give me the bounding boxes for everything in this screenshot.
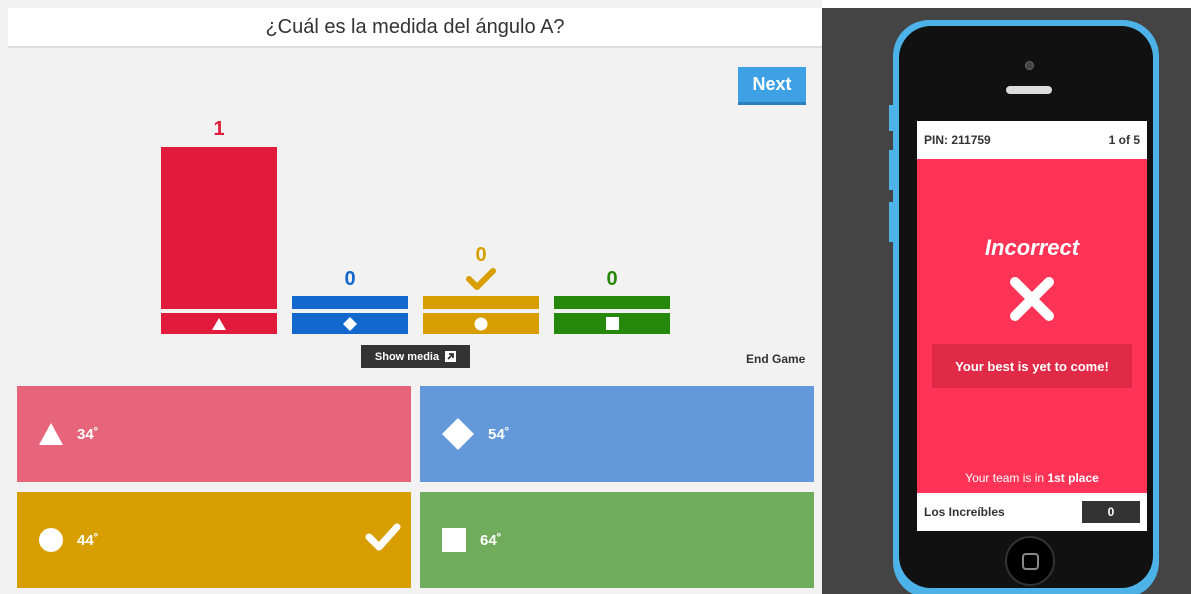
team-rank-prefix: Your team is in [965, 471, 1048, 485]
answer-diamond[interactable]: 54˚ [420, 386, 814, 482]
speaker-grill [1006, 86, 1052, 94]
answer-label: 54˚ [488, 425, 510, 443]
triangle-icon [39, 423, 63, 445]
correct-check-icon [365, 523, 401, 551]
diamond-icon [343, 316, 357, 331]
answer-square[interactable]: 64˚ [420, 492, 814, 588]
phone-frame: PIN: 211759 1 of 5 Incorrect Your best i… [889, 20, 1159, 594]
square-bar-base [554, 313, 670, 334]
square-count: 0 [606, 268, 618, 290]
incorrect-x-icon [1010, 277, 1054, 321]
triangle-icon [212, 317, 226, 330]
answer-label: 34˚ [77, 425, 99, 443]
circle-bar [423, 296, 539, 309]
encouragement-message: Your best is yet to come! [932, 344, 1132, 388]
home-button[interactable] [1005, 536, 1055, 586]
result-title: Incorrect [984, 235, 1080, 260]
correct-check-icon [423, 268, 539, 290]
circle-count: 0 [475, 244, 487, 266]
triangle-bar-base [161, 313, 277, 334]
score-badge: 0 [1082, 501, 1140, 523]
volume-down-button [889, 202, 893, 242]
mute-switch [889, 105, 893, 131]
player-device-area: PIN: 211759 1 of 5 Incorrect Your best i… [822, 8, 1191, 594]
results-chart: 1 0 0 0 [0, 0, 822, 380]
end-game-link[interactable]: End Game [746, 352, 805, 366]
diamond-bar [292, 296, 408, 309]
game-host-panel: ¿Cuál es la medida del ángulo A? Next 1 … [0, 0, 822, 594]
team-rank: Your team is in 1st place [917, 471, 1147, 485]
circle-icon [39, 528, 63, 552]
square-icon [605, 317, 619, 330]
show-media-label: Show media [374, 350, 440, 363]
team-name: Los Increíbles [924, 505, 1005, 519]
square-bar [554, 296, 670, 309]
screen-header: PIN: 211759 1 of 5 [917, 121, 1147, 159]
answer-label: 64˚ [480, 531, 502, 549]
triangle-count: 1 [213, 118, 225, 140]
expand-icon [445, 351, 457, 362]
phone-body: PIN: 211759 1 of 5 Incorrect Your best i… [899, 26, 1153, 588]
screen-footer: Los Increíbles 0 [917, 493, 1147, 531]
question-progress: 1 of 5 [1108, 133, 1140, 147]
circle-bar-base [423, 313, 539, 334]
volume-up-button [889, 150, 893, 190]
circle-icon [474, 317, 488, 330]
answer-circle[interactable]: 44˚ [17, 492, 411, 588]
camera-icon [1025, 61, 1034, 70]
diamond-icon [442, 418, 474, 450]
diamond-bar-base [292, 313, 408, 334]
game-pin: PIN: 211759 [924, 133, 991, 147]
show-media-button[interactable]: Show media [361, 345, 470, 368]
square-icon [442, 528, 466, 552]
phone-screen: PIN: 211759 1 of 5 Incorrect Your best i… [917, 121, 1147, 531]
diamond-count: 0 [344, 268, 356, 290]
triangle-bar [161, 147, 277, 309]
answer-label: 44˚ [77, 531, 99, 549]
home-icon [1021, 552, 1039, 570]
answer-triangle[interactable]: 34˚ [17, 386, 411, 482]
team-rank-place: 1st place [1047, 471, 1099, 485]
